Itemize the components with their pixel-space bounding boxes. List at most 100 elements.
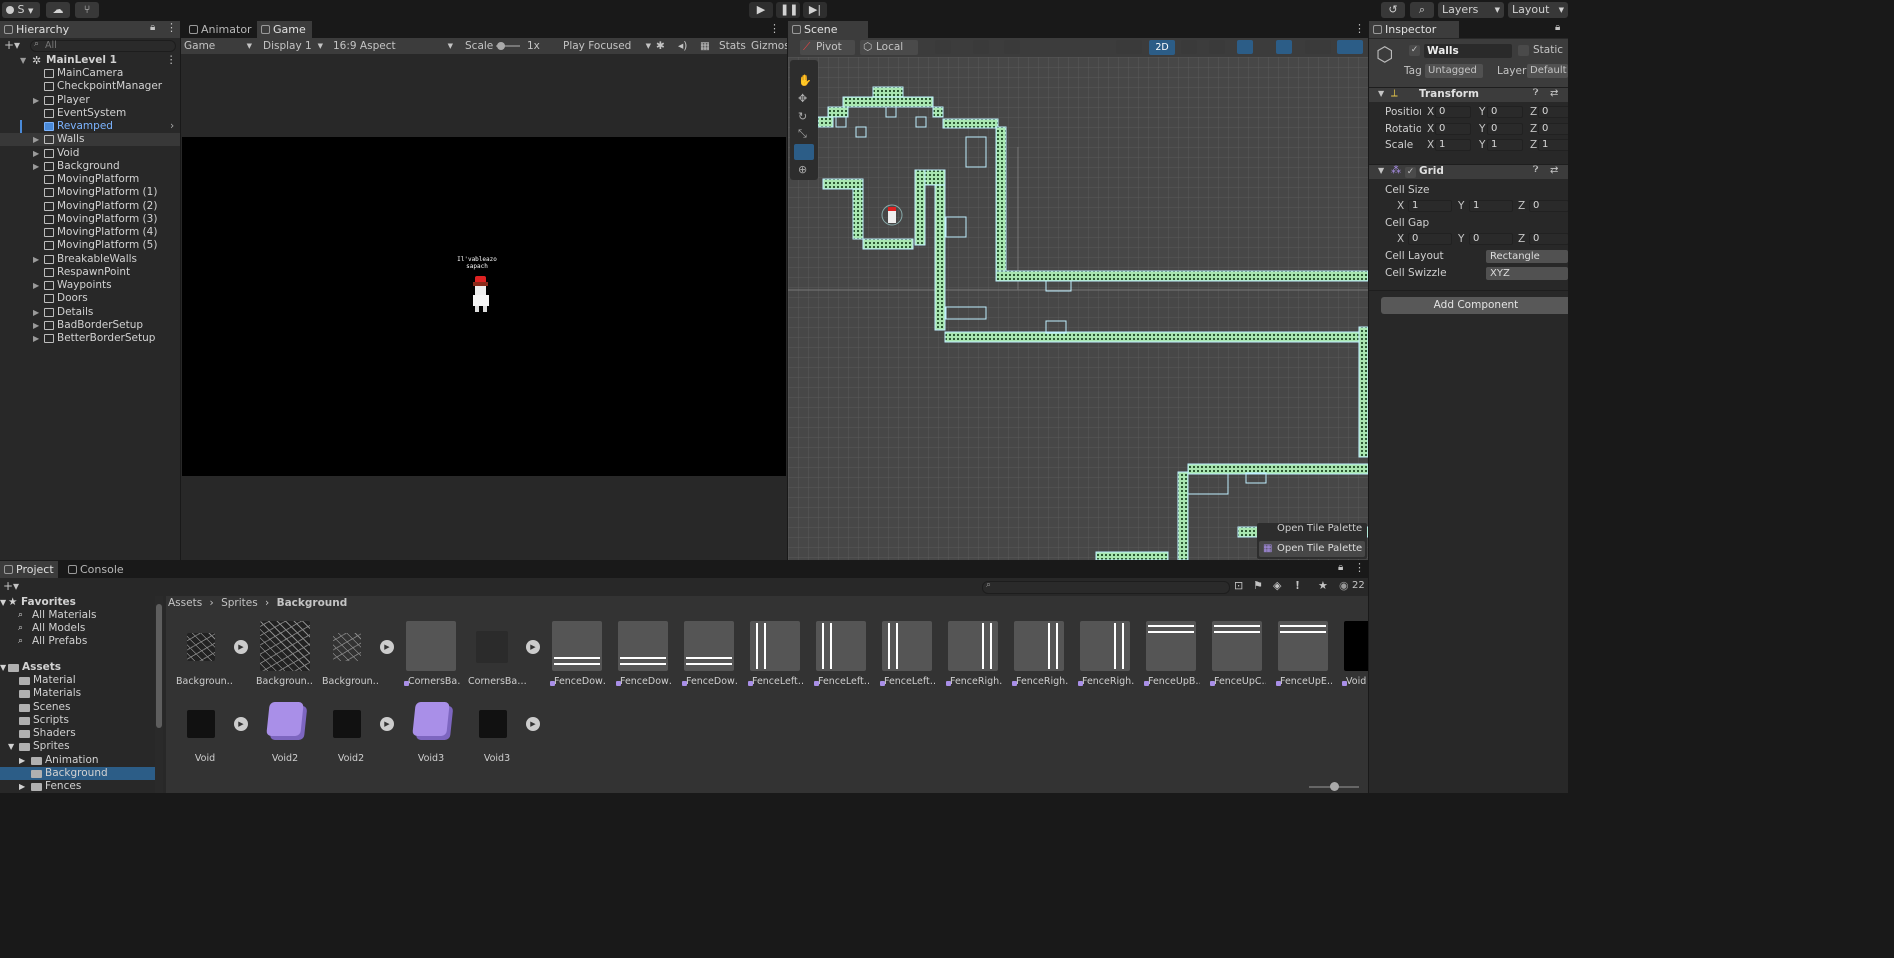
asset-item[interactable]: CornersBa… (402, 621, 460, 695)
draw-mode-button[interactable] (1116, 40, 1142, 54)
folder-item[interactable]: Material (0, 674, 155, 687)
hierarchy-item[interactable]: ▶ Details (0, 306, 180, 319)
rotate-tool-icon[interactable]: ↻ (798, 110, 807, 123)
asset-item[interactable]: FenceRigh… (1076, 621, 1134, 695)
expand-arrow-icon[interactable]: ▶ (33, 253, 39, 266)
add-component-button[interactable]: Add Component (1381, 297, 1568, 314)
tab-inspector[interactable]: Inspector (1369, 21, 1459, 38)
more-icon[interactable]: ⋮ (769, 22, 780, 35)
favorites-header[interactable]: ▼ ★ Favorites (0, 596, 155, 609)
favorite-item[interactable]: ⌕ All Prefabs (0, 635, 155, 648)
folder-item[interactable]: Background (0, 766, 155, 780)
transform-position-x-field[interactable]: 0 (1435, 106, 1471, 118)
play-expand-icon[interactable]: ▶ (234, 717, 248, 731)
filter-label-icon[interactable]: ⚑ (1253, 579, 1263, 592)
layers-dropdown[interactable]: Layers ▼ (1438, 2, 1504, 18)
local-dropdown[interactable]: ⬡ Local (860, 40, 918, 55)
tab-animator[interactable]: Animator (185, 21, 258, 38)
asset-item[interactable]: Backgroun… (256, 621, 314, 695)
asset-item[interactable]: Backgroun… (176, 621, 234, 695)
project-search-input[interactable]: ⌕ (982, 580, 1230, 594)
breadcrumb-assets[interactable]: Assets (168, 597, 202, 609)
grid-visibility-button[interactable] (1004, 40, 1020, 54)
tab-scene[interactable]: Scene (788, 21, 868, 38)
scale-tool-icon[interactable]: ⤡ (798, 127, 807, 141)
hierarchy-item[interactable]: Revamped › (0, 120, 180, 133)
tab-project[interactable]: Project (0, 561, 58, 578)
object-name-field[interactable]: Walls (1424, 44, 1512, 58)
move-tool-icon[interactable]: ✥ (798, 92, 807, 105)
asset-item[interactable]: FenceDow… (548, 621, 606, 695)
expand-arrow-icon[interactable]: ▶ (33, 319, 39, 332)
lock-icon[interactable]: 🔒︎ (1338, 562, 1343, 573)
hierarchy-search-input[interactable]: ⌕ All (30, 39, 176, 52)
hierarchy-item[interactable]: MovingPlatform (2) (0, 200, 180, 213)
hierarchy-item[interactable]: CheckpointManager (0, 80, 180, 93)
hierarchy-item[interactable]: ▶ Waypoints (0, 279, 180, 292)
more-icon[interactable]: ⋮ (166, 21, 177, 34)
transform-rotation-z-field[interactable]: 0 (1538, 122, 1568, 135)
add-icon[interactable]: +▾ (4, 38, 20, 52)
expand-arrow-icon[interactable]: ▶ (33, 94, 39, 107)
asset-item[interactable]: Void2 (256, 698, 314, 772)
expand-arrow-icon[interactable]: ▶ (33, 332, 39, 345)
scene-viewport[interactable]: ✋ ✥ ↻ ⤡ ⊕ Open Tile Palette ▦ Open Tile … (788, 57, 1368, 560)
speaker-icon[interactable]: ◂) (678, 38, 687, 54)
asset-item[interactable]: FenceRigh… (944, 621, 1002, 695)
play-expand-icon[interactable]: ▶ (380, 640, 394, 654)
hierarchy-item[interactable]: MovingPlatform (4) (0, 226, 180, 239)
hierarchy-item[interactable]: ▶ Background (0, 160, 180, 173)
cell_size-x-field[interactable]: 1 (1408, 200, 1452, 212)
transform-tool-icon[interactable]: ⊕ (798, 163, 807, 176)
fold-arrow-icon[interactable]: ▼ (1378, 89, 1384, 98)
asset-item[interactable]: CornersBa… (468, 621, 526, 695)
play-mode-dropdown[interactable]: Play Focused ▼ (563, 38, 651, 54)
more-icon[interactable]: ⋮ (1354, 22, 1365, 35)
asset-item[interactable]: Void3 (468, 698, 526, 772)
gizmos-button[interactable]: Gizmos (751, 38, 787, 54)
breadcrumb-sprites[interactable]: Sprites (221, 597, 258, 609)
assets-header[interactable]: ▼ Assets (0, 661, 155, 674)
grid-snap-button[interactable] (973, 40, 989, 54)
favorite-item[interactable]: ⌕ All Materials (0, 609, 155, 622)
asset-item[interactable]: FenceUpC… (1208, 621, 1266, 695)
filter-type-icon[interactable]: ⊡ (1234, 579, 1243, 592)
help-icon[interactable]: ❓︎ (1533, 88, 1538, 98)
hierarchy-item[interactable]: ▶ BetterBorderSetup (0, 332, 180, 345)
asset-item[interactable]: Void3 (402, 698, 460, 772)
add-icon[interactable]: +▾ (3, 579, 19, 593)
fold-arrow-icon[interactable]: ▼ (1378, 166, 1384, 175)
cell-layout-dropdown[interactable]: Rectangle (1486, 250, 1568, 263)
expand-arrow-icon[interactable]: ▼ (20, 54, 26, 67)
cell_size-z-field[interactable]: 0 (1529, 200, 1568, 212)
scrollbar-thumb[interactable] (156, 604, 162, 728)
cell-swizzle-dropdown[interactable]: XYZ (1486, 267, 1568, 280)
scale-slider-handle[interactable] (497, 42, 505, 50)
hierarchy-item[interactable]: RespawnPoint (0, 266, 180, 279)
expand-arrow-icon[interactable]: ▶ (33, 133, 39, 146)
favorite-item[interactable]: ⌕ All Models (0, 622, 155, 635)
stats-button[interactable]: Stats (719, 38, 746, 54)
rect-tool-icon[interactable] (794, 144, 814, 160)
transform-scale-x-field[interactable]: 1 (1435, 139, 1471, 151)
pivot-dropdown[interactable]: ⟋ Pivot (800, 40, 855, 55)
transform-scale-y-field[interactable]: 1 (1487, 139, 1523, 151)
folder-item[interactable]: ▼ Sprites (0, 740, 155, 753)
layout-dropdown[interactable]: Layout ▼ (1508, 2, 1568, 18)
collab-button[interactable]: ⑂ (75, 2, 99, 18)
pause-button[interactable]: ❚❚ (776, 2, 800, 18)
game-mode-dropdown[interactable]: Game ▼ (184, 38, 256, 54)
cloud-button[interactable]: ☁ (46, 2, 70, 18)
account-button[interactable]: S ▼ (2, 2, 40, 18)
chevron-right-icon[interactable]: › (170, 120, 174, 133)
hidden-objects-toggle[interactable] (1276, 40, 1292, 54)
folder-item[interactable]: Scripts (0, 714, 155, 727)
effects-toggle[interactable] (1237, 40, 1253, 54)
hierarchy-item[interactable]: MovingPlatform (5) (0, 239, 180, 252)
hierarchy-item[interactable]: ▶ BreakableWalls (0, 253, 180, 266)
play-expand-icon[interactable]: ▶ (234, 640, 248, 654)
history-button[interactable]: ↺ (1381, 2, 1405, 18)
grid-icon[interactable]: ▦ (700, 38, 710, 54)
play-button[interactable]: ▶ (749, 2, 773, 18)
more-icon[interactable]: ⋮ (1354, 561, 1365, 574)
